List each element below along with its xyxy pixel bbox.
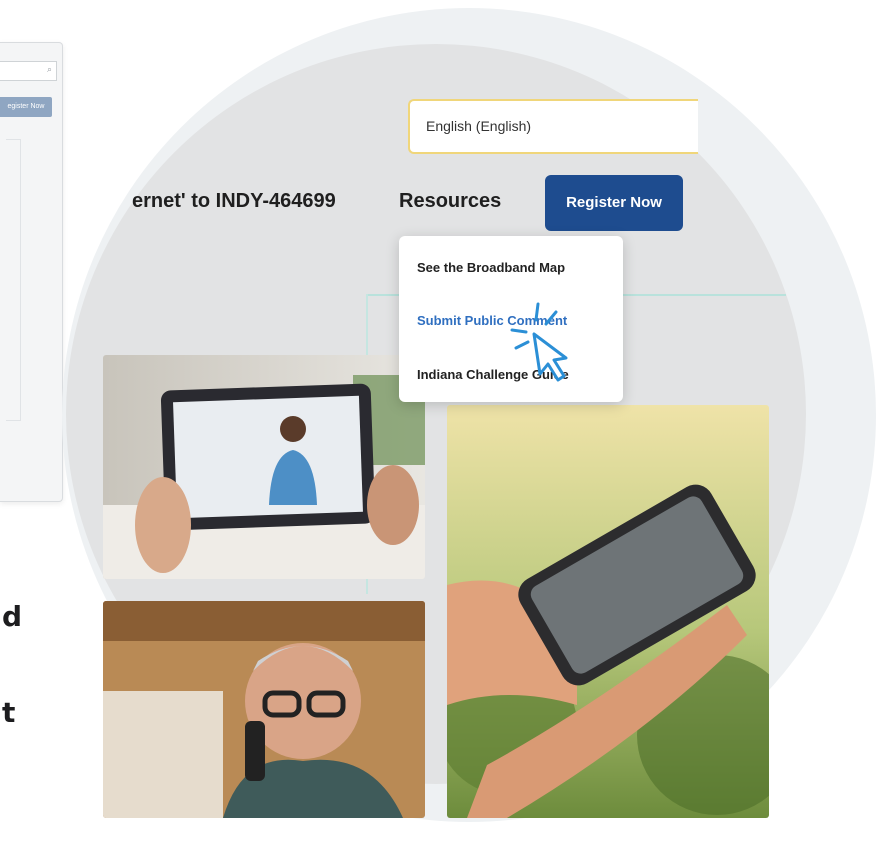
search-icon: ⌕	[46, 64, 52, 74]
photo-hand-smartphone	[447, 405, 769, 818]
left-text-fragment-1: d	[2, 600, 23, 633]
left-text-fragment-2: t	[2, 696, 16, 729]
background-search-field: ⌕	[0, 61, 57, 81]
menu-item-broadband-map[interactable]: See the Broadband Map	[417, 260, 565, 275]
photo-telehealth-tablet	[103, 355, 425, 579]
photo-man-on-phone	[103, 601, 425, 818]
language-select[interactable]: English (English)	[408, 99, 698, 154]
background-register-button: egister Now	[0, 97, 52, 117]
nav-item-text-internet[interactable]: ernet' to INDY-464699	[132, 190, 336, 213]
nav-item-resources[interactable]: Resources	[399, 190, 501, 213]
background-panel	[6, 139, 21, 421]
click-pointer-icon	[500, 300, 580, 395]
background-browser-window: ⌕ egister Now	[0, 42, 63, 502]
register-now-button[interactable]: Register Now	[545, 175, 683, 231]
